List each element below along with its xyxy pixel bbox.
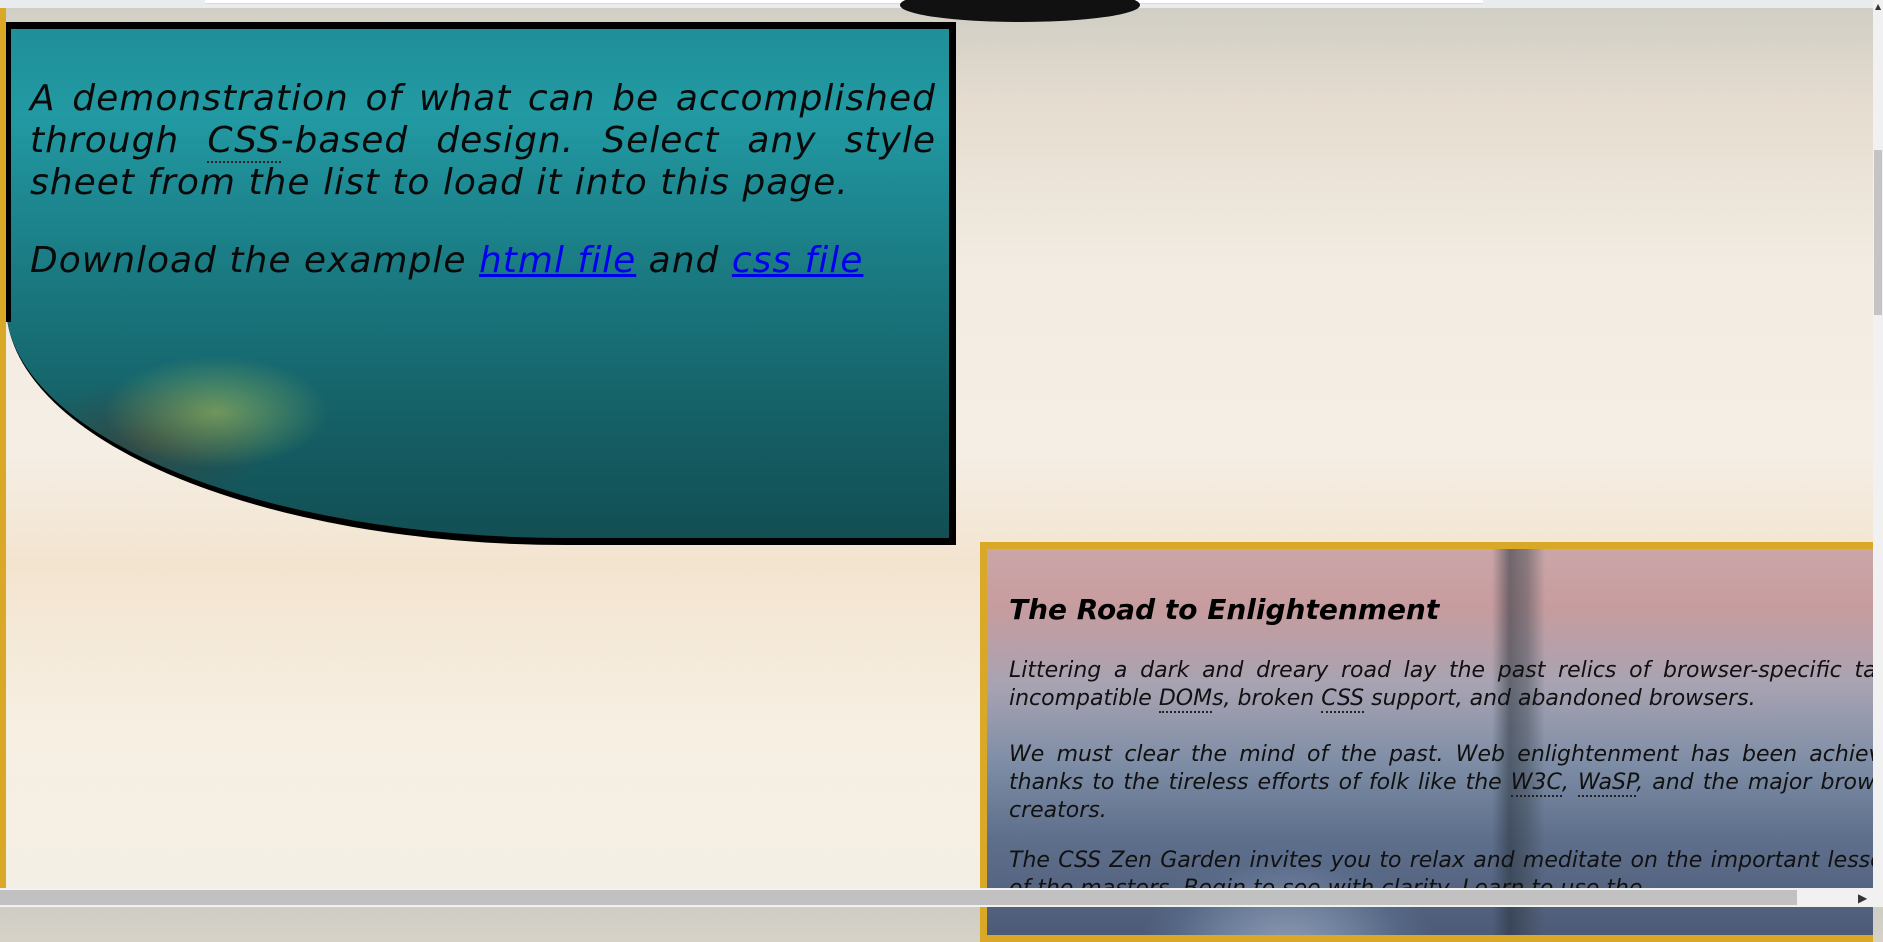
download-and-text: and: [636, 240, 732, 281]
css-abbr: CSS: [207, 120, 281, 163]
scroll-right-arrow-icon[interactable]: ▶: [1858, 891, 1867, 905]
road-paragraph-1: Littering a dark and dreary road lay the…: [1009, 657, 1873, 713]
download-text: Download the example: [30, 240, 479, 281]
intro-panel: A demonstration of what can be accomplis…: [6, 22, 956, 545]
intro-top-border: [6, 22, 956, 29]
top-strip-inner: [205, 0, 1483, 4]
road-p2-text-2: ,: [1561, 770, 1578, 795]
road-to-enlightenment-panel: The Road to Enlightenment Littering a da…: [980, 542, 1873, 942]
road-p1-text-3: support, and abandoned browsers.: [1364, 686, 1756, 711]
intro-download: Download the example html file and css f…: [30, 240, 936, 282]
intro-summary: A demonstration of what can be accomplis…: [30, 78, 936, 204]
css-abbr-2: CSS: [1321, 686, 1365, 713]
decorative-oval: [900, 0, 1140, 22]
w3c-abbr: W3C: [1510, 770, 1562, 797]
dom-abbr: DOM: [1158, 686, 1213, 713]
road-heading: The Road to Enlightenment: [1009, 593, 1440, 626]
road-p1-text-2: s, broken: [1212, 686, 1322, 711]
scroll-up-arrow-icon[interactable]: ▲: [1875, 2, 1881, 11]
road-paragraph-2: We must clear the mind of the past. Web …: [1009, 741, 1873, 825]
wasp-abbr: WaSP: [1577, 770, 1637, 797]
css-file-link[interactable]: css file: [732, 240, 864, 281]
vertical-scroll-thumb[interactable]: [1874, 150, 1882, 315]
horizontal-scroll-thumb[interactable]: [0, 890, 1797, 905]
html-file-link[interactable]: html file: [479, 240, 636, 281]
intro-left-border: [6, 22, 11, 322]
vertical-scrollbar[interactable]: [1873, 0, 1883, 888]
